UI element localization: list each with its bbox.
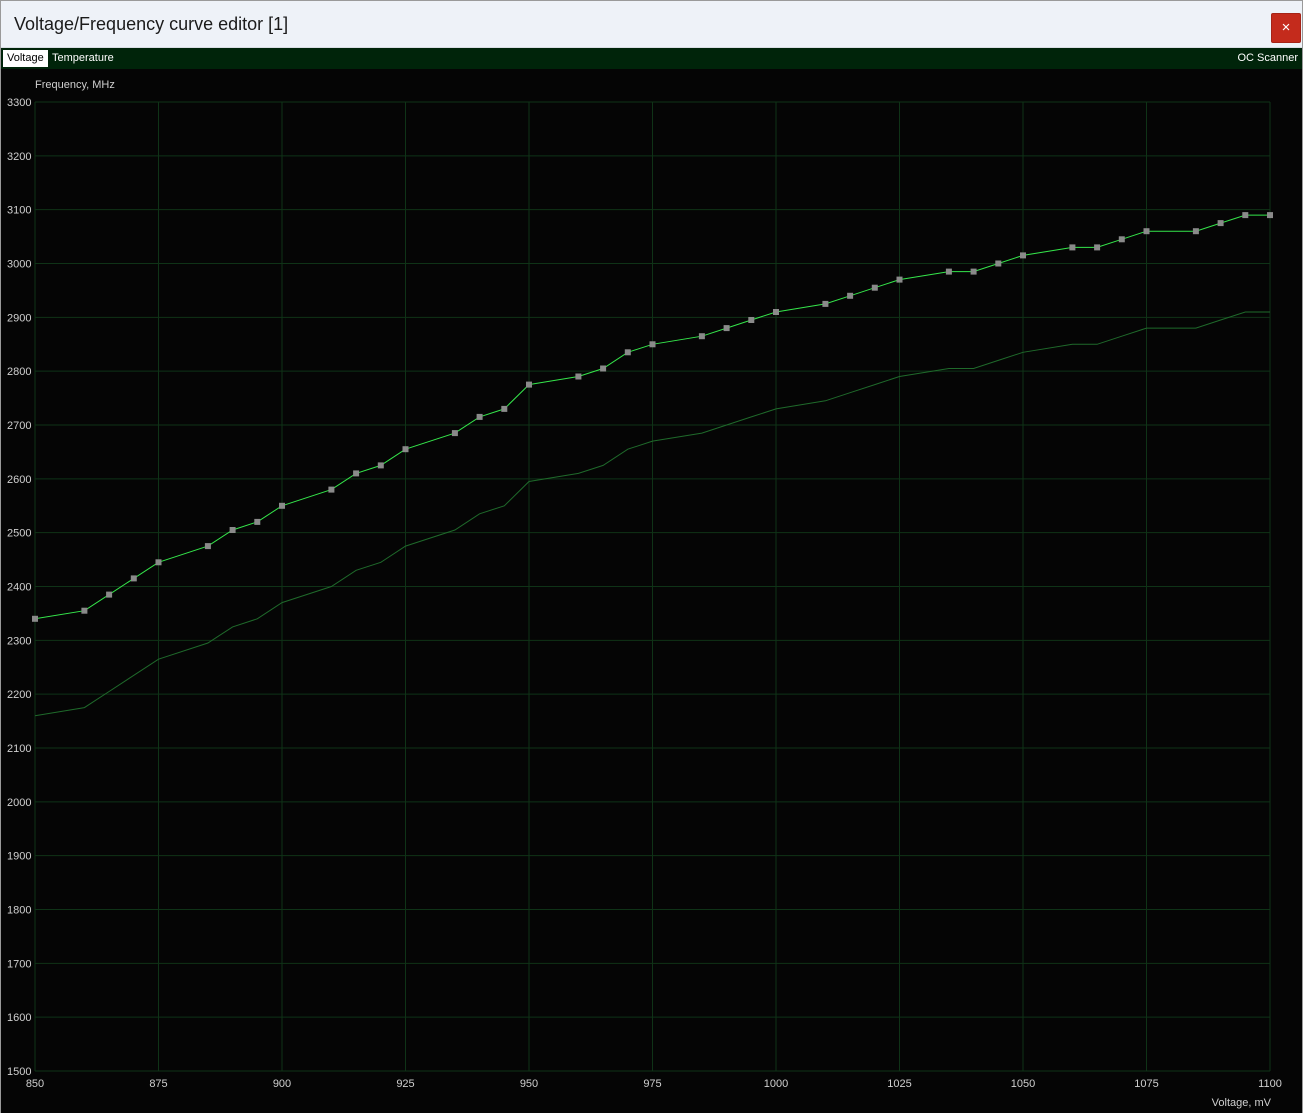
curve-point[interactable]	[1020, 252, 1026, 259]
y-tick-labels: 1500 1600 1700 1800 1900 2000 2100 2200 2300 2400…	[7, 97, 31, 1078]
y-tick-label: 3100	[7, 205, 31, 217]
curve-point[interactable]	[1242, 212, 1249, 219]
curve-point[interactable]	[476, 413, 483, 420]
x-tick-label: 1025	[887, 1078, 911, 1090]
curve-point[interactable]	[1267, 212, 1273, 219]
x-tick-label: 950	[520, 1078, 538, 1090]
curve-point[interactable]	[451, 430, 458, 437]
y-tick-label: 1700	[7, 958, 31, 970]
curve-point[interactable]	[279, 502, 285, 509]
curve-point[interactable]	[624, 349, 631, 356]
y-tick-label: 2700	[7, 420, 31, 432]
x-tick-label: 1050	[1011, 1078, 1035, 1090]
x-axis-label: Voltage, mV	[1212, 1097, 1272, 1109]
curve-point[interactable]	[1094, 244, 1101, 251]
y-tick-label: 3200	[7, 151, 31, 163]
x-tick-label: 1100	[1258, 1078, 1282, 1090]
x-tick-label: 1000	[764, 1078, 788, 1090]
y-axis-label: Frequency, MHz	[35, 79, 115, 91]
curve-point[interactable]	[847, 292, 854, 299]
curve-point[interactable]	[1069, 244, 1076, 251]
curve-point[interactable]	[353, 470, 360, 477]
curve-point[interactable]	[575, 373, 582, 380]
curve-point[interactable]	[81, 607, 88, 614]
curve-point[interactable]	[501, 405, 508, 412]
curve-point[interactable]	[649, 341, 656, 348]
curve-point[interactable]	[1143, 228, 1150, 235]
chart-area[interactable]: 1500 1600 1700 1800 1900 2000 2100 2200 2300 2400…	[1, 69, 1302, 1113]
x-tick-label: 850	[26, 1078, 44, 1090]
curve-point[interactable]	[1192, 228, 1199, 235]
y-tick-label: 2600	[7, 474, 31, 486]
curve-point[interactable]	[995, 260, 1002, 267]
curve-point[interactable]	[402, 446, 409, 453]
y-tick-label: 2300	[7, 635, 31, 647]
curve-point[interactable]	[328, 486, 335, 493]
curve-point[interactable]	[130, 575, 137, 582]
curve-point[interactable]	[773, 309, 779, 315]
tab-bar: Voltage Temperature OC Scanner	[1, 48, 1302, 69]
vf-curve-chart[interactable]: 1500 1600 1700 1800 1900 2000 2100 2200 2300 2400…	[1, 69, 1302, 1113]
y-tick-label: 2800	[7, 366, 31, 378]
x-tick-label: 900	[273, 1078, 291, 1090]
curve-point[interactable]	[945, 268, 952, 275]
curve-point[interactable]	[1217, 220, 1224, 227]
curve-point[interactable]	[32, 615, 38, 622]
y-tick-label: 3000	[7, 259, 31, 271]
curve-point[interactable]	[723, 325, 730, 332]
curve-point[interactable]	[698, 333, 705, 340]
curve-point[interactable]	[970, 268, 977, 275]
curve-point[interactable]	[600, 365, 607, 372]
y-tick-label: 1900	[7, 851, 31, 863]
tab-voltage[interactable]: Voltage	[3, 50, 48, 67]
y-tick-label: 2200	[7, 689, 31, 701]
vf-curve-editor-window: Voltage/Frequency curve editor [1] × Vol…	[0, 0, 1303, 1113]
y-tick-label: 1800	[7, 905, 31, 917]
x-tick-label: 1075	[1134, 1078, 1158, 1090]
curve-point[interactable]	[204, 543, 211, 550]
x-tick-label: 875	[149, 1078, 167, 1090]
curve-point[interactable]	[871, 284, 878, 291]
curve-point[interactable]	[1118, 236, 1125, 243]
y-tick-label: 2500	[7, 528, 31, 540]
curve-point[interactable]	[254, 518, 261, 525]
x-tick-label: 925	[396, 1078, 414, 1090]
y-tick-label: 1600	[7, 1012, 31, 1024]
title-bar: Voltage/Frequency curve editor [1] ×	[1, 1, 1302, 48]
curve-point[interactable]	[526, 381, 532, 388]
curve-point[interactable]	[106, 591, 113, 598]
y-tick-label: 2900	[7, 312, 31, 324]
curve-point[interactable]	[229, 527, 236, 533]
oc-scanner-button[interactable]: OC Scanner	[1237, 51, 1298, 66]
window-title: Voltage/Frequency curve editor [1]	[14, 14, 289, 34]
y-tick-label: 2400	[7, 582, 31, 594]
close-button[interactable]: ×	[1271, 13, 1301, 43]
curve-point[interactable]	[748, 317, 755, 323]
curve-point[interactable]	[377, 462, 384, 469]
y-tick-label: 2000	[7, 797, 31, 809]
x-tick-labels: 850 875 900 925 950 975 1000 1025 1050 1075 1100	[26, 1078, 1282, 1090]
y-tick-label: 3300	[7, 97, 31, 109]
tab-temperature[interactable]: Temperature	[52, 51, 114, 66]
y-tick-label: 1500	[7, 1066, 31, 1078]
x-tick-label: 975	[643, 1078, 661, 1090]
close-icon: ×	[1281, 19, 1291, 36]
curve-point[interactable]	[896, 276, 903, 283]
curve-point[interactable]	[155, 559, 162, 566]
y-tick-label: 2100	[7, 743, 31, 755]
curve-point[interactable]	[822, 300, 829, 307]
